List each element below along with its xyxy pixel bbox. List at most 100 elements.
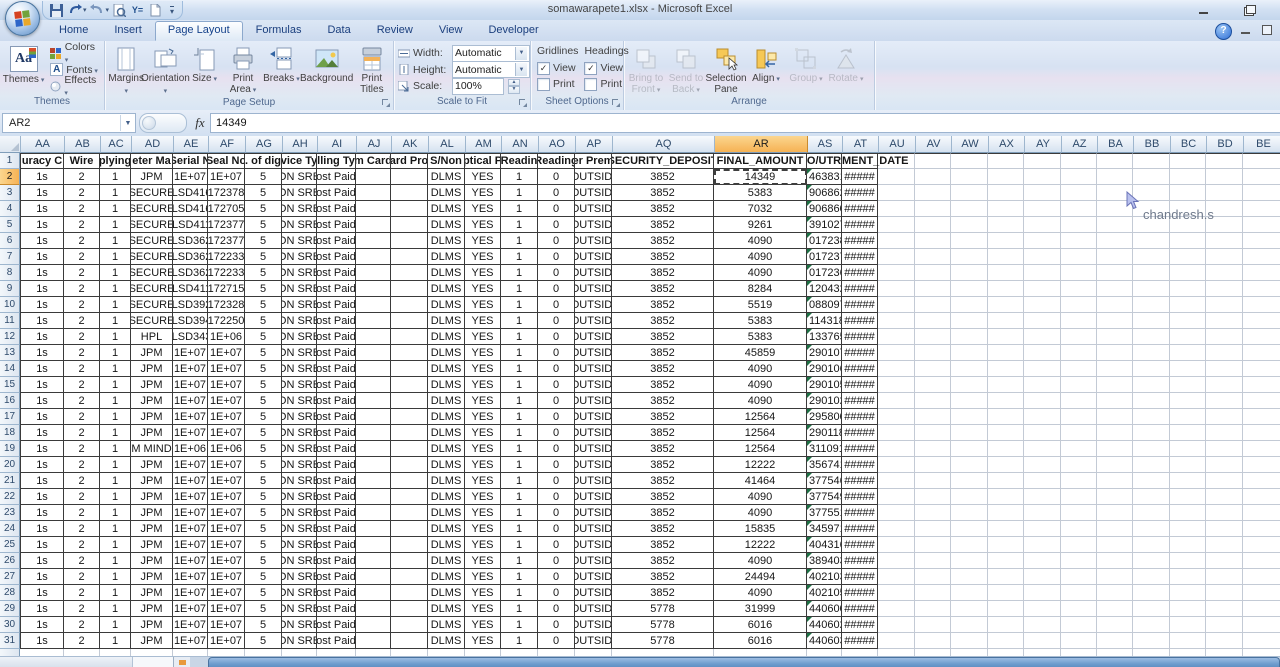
cell-BC10[interactable] — [1170, 297, 1206, 313]
cell-AJ28[interactable] — [356, 585, 391, 601]
cell-AK26[interactable] — [391, 553, 428, 569]
cell-AW22[interactable] — [951, 489, 988, 505]
cell-BB31[interactable] — [1133, 633, 1170, 649]
cell-AS23[interactable]: 377551 — [807, 505, 842, 521]
cell-AC27[interactable]: 1 — [100, 569, 131, 585]
cell-BC3[interactable] — [1170, 185, 1206, 201]
cell-AV12[interactable] — [915, 329, 951, 345]
cell-BA11[interactable] — [1097, 313, 1133, 329]
cell-AJ17[interactable] — [356, 409, 391, 425]
cell-AM18[interactable]: YES — [465, 425, 501, 441]
cell-AX20[interactable] — [988, 457, 1024, 473]
cell-AV25[interactable] — [915, 537, 951, 553]
row-header-12[interactable]: 12 — [0, 329, 20, 345]
cell-AR16[interactable]: 4090 — [714, 393, 807, 409]
cell-BA10[interactable] — [1097, 297, 1133, 313]
cell-AK4[interactable] — [391, 201, 428, 217]
tab-page-layout[interactable]: Page Layout — [155, 21, 243, 41]
cell-AS3[interactable]: 9068628 — [807, 185, 842, 201]
cell-AY3[interactable] — [1024, 185, 1061, 201]
cell-BC23[interactable] — [1170, 505, 1206, 521]
cell-AK16[interactable] — [391, 393, 428, 409]
cell-AP15[interactable]: OUTSIDI — [575, 377, 612, 393]
cell-AB23[interactable]: 2 — [64, 505, 100, 521]
cell-AR18[interactable]: 12564 — [714, 425, 807, 441]
cell-AD10[interactable]: SECURE — [131, 297, 173, 313]
col-header-AL[interactable]: AL — [429, 136, 466, 153]
cell-AF26[interactable]: 1E+07 — [208, 553, 245, 569]
cell-AL3[interactable]: DLMS — [428, 185, 465, 201]
cell-AS26[interactable]: 389403 — [807, 553, 842, 569]
cell-BB2[interactable] — [1133, 169, 1170, 185]
cell-AE8[interactable]: ILSD362 — [173, 265, 208, 281]
cell-BD8[interactable] — [1206, 265, 1243, 281]
save-icon[interactable] — [49, 3, 64, 18]
cell-AY22[interactable] — [1024, 489, 1061, 505]
cell-BE31[interactable] — [1243, 633, 1280, 649]
cell-AT2[interactable]: ##### — [842, 169, 878, 185]
new-document-icon[interactable] — [148, 3, 163, 18]
col-header-AN[interactable]: AN — [502, 136, 539, 153]
cell-AL14[interactable]: DLMS — [428, 361, 465, 377]
cell-AT27[interactable]: ##### — [842, 569, 878, 585]
cell-AK5[interactable] — [391, 217, 428, 233]
cell-AY24[interactable] — [1024, 521, 1061, 537]
cell-AZ17[interactable] — [1061, 409, 1097, 425]
cell-AU18[interactable] — [878, 425, 915, 441]
cell-AR14[interactable]: 4090 — [714, 361, 807, 377]
cell-AW8[interactable] — [951, 265, 988, 281]
cell-AM16[interactable]: YES — [465, 393, 501, 409]
cell-AO3[interactable]: 0 — [538, 185, 575, 201]
cell-AV9[interactable] — [915, 281, 951, 297]
cell-AI28[interactable]: ost Paid — [317, 585, 356, 601]
cell-AI2[interactable]: ost Paid — [317, 169, 356, 185]
cell-AC28[interactable]: 1 — [100, 585, 131, 601]
cell-BE29[interactable] — [1243, 601, 1280, 617]
cell-BE22[interactable] — [1243, 489, 1280, 505]
cell-AQ26[interactable]: 3852 — [612, 553, 714, 569]
restore-button[interactable] — [1242, 5, 1254, 15]
cell-AH14[interactable]: ON SRB — [282, 361, 317, 377]
cell-AJ16[interactable] — [356, 393, 391, 409]
cell-BA28[interactable] — [1097, 585, 1133, 601]
print-preview-icon[interactable] — [112, 3, 127, 18]
col-header-AB[interactable]: AB — [65, 136, 101, 153]
cell-BA8[interactable] — [1097, 265, 1133, 281]
cell-AJ29[interactable] — [356, 601, 391, 617]
themes-button[interactable]: Aa Themes — [2, 43, 45, 96]
cell-AD16[interactable]: JPM — [131, 393, 173, 409]
cell-AC12[interactable]: 1 — [100, 329, 131, 345]
cell-BE24[interactable] — [1243, 521, 1280, 537]
cell-AC4[interactable]: 1 — [100, 201, 131, 217]
cell-AO22[interactable]: 0 — [538, 489, 575, 505]
cell-AO8[interactable]: 0 — [538, 265, 575, 281]
cell-AE12[interactable]: ILSD343 — [173, 329, 208, 345]
cell-AG23[interactable]: 5 — [245, 505, 282, 521]
cell-AI3[interactable]: ost Paid — [317, 185, 356, 201]
cell-AP12[interactable]: OUTSIDI — [575, 329, 612, 345]
cell-AZ24[interactable] — [1061, 521, 1097, 537]
cell-AB25[interactable]: 2 — [64, 537, 100, 553]
cell-AA20[interactable]: 1s — [20, 457, 64, 473]
cell-AZ8[interactable] — [1061, 265, 1097, 281]
cell-AM29[interactable]: YES — [465, 601, 501, 617]
cell-AC5[interactable]: 1 — [100, 217, 131, 233]
cell-AW12[interactable] — [951, 329, 988, 345]
cell-AO4[interactable]: 0 — [538, 201, 575, 217]
cell-AH7[interactable]: ON SRB — [282, 249, 317, 265]
cell-AI10[interactable]: ost Paid — [317, 297, 356, 313]
cell-AC23[interactable]: 1 — [100, 505, 131, 521]
cell-AD26[interactable]: JPM — [131, 553, 173, 569]
cell-AG7[interactable]: 5 — [245, 249, 282, 265]
cell-AP9[interactable]: OUTSIDI — [575, 281, 612, 297]
cell-AQ22[interactable]: 3852 — [612, 489, 714, 505]
cell-AJ23[interactable] — [356, 505, 391, 521]
cell-AB19[interactable]: 2 — [64, 441, 100, 457]
cell-AM15[interactable]: YES — [465, 377, 501, 393]
cell-AV21[interactable] — [915, 473, 951, 489]
cell-AT10[interactable]: ##### — [842, 297, 878, 313]
cell-AH17[interactable]: ON SRB — [282, 409, 317, 425]
cell-AE4[interactable]: ILSD416 — [173, 201, 208, 217]
cell-AA4[interactable]: 1s — [20, 201, 64, 217]
cell-AM23[interactable]: YES — [465, 505, 501, 521]
